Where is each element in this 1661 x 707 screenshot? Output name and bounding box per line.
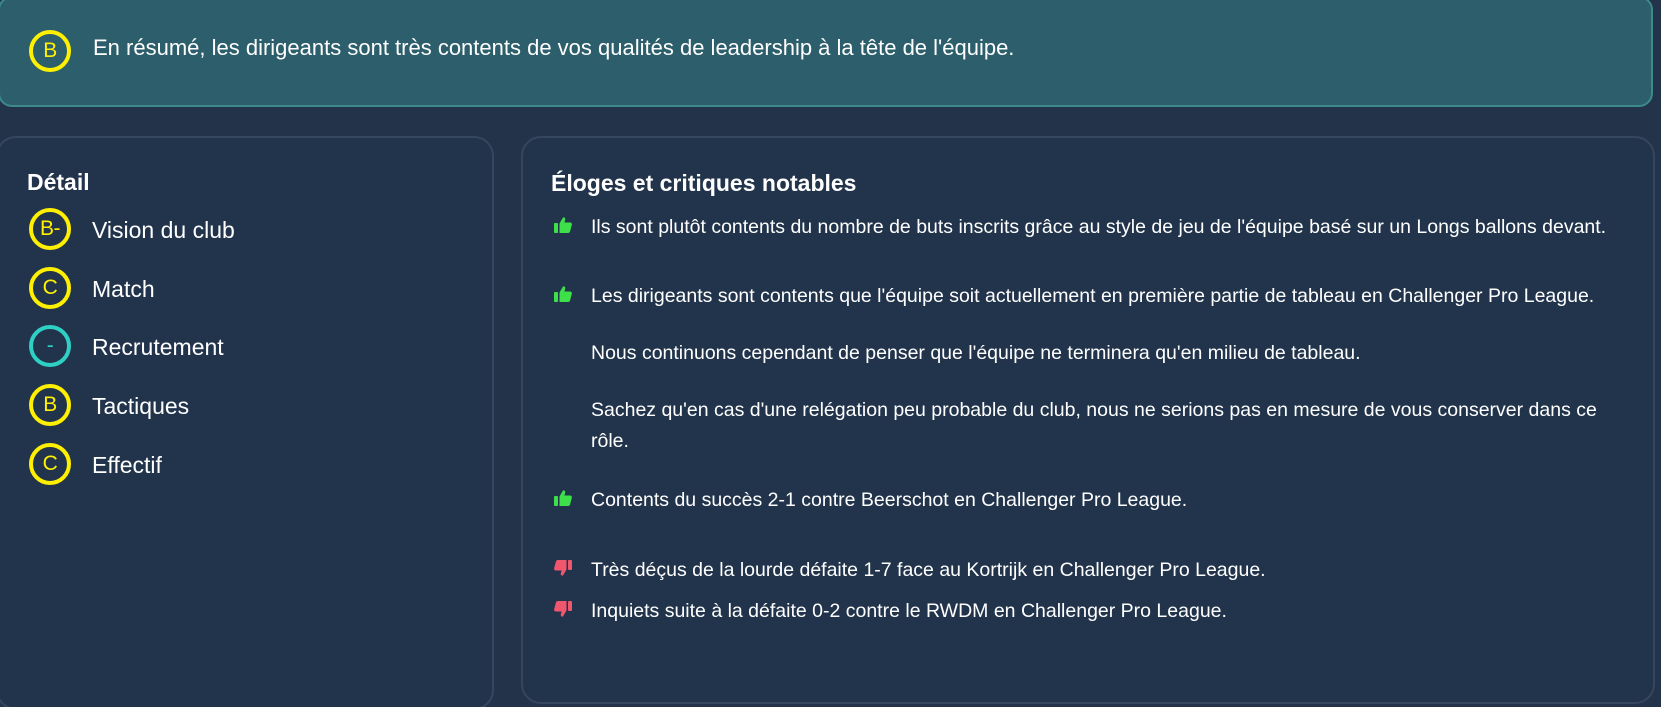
detail-label: Vision du club xyxy=(92,217,235,243)
summary-banner: B En résumé, les dirigeants sont très co… xyxy=(0,0,1653,107)
grade-badge: B xyxy=(29,384,71,426)
detail-panel: Détail B- Vision du club C Match - Recru… xyxy=(0,136,494,707)
feedback-panel: Éloges et critiques notables Ils sont pl… xyxy=(521,136,1655,704)
detail-label: Effectif xyxy=(92,452,162,478)
feedback-paragraph: Contents du succès 2-1 contre Beerschot … xyxy=(591,489,1188,511)
grade-badge: C xyxy=(29,443,71,485)
thumbs-down-icon xyxy=(554,560,572,576)
feedback-paragraph: Les dirigeants sont contents que l'équip… xyxy=(591,285,1595,307)
feedback-paragraph: Inquiets suite à la défaite 0-2 contre l… xyxy=(591,600,1227,622)
feedback-paragraph: Très déçus de la lourde défaite 1-7 face… xyxy=(591,559,1266,581)
summary-grade-badge: B xyxy=(29,30,71,72)
feedback-text: Les dirigeants sont contents que l'équip… xyxy=(591,281,1631,457)
feedback-text: Très déçus de la lourde défaite 1-7 face… xyxy=(591,555,1631,586)
grade-badge: - xyxy=(29,325,71,367)
grade-badge: C xyxy=(29,267,71,309)
detail-row-match[interactable]: C Match xyxy=(29,267,469,311)
detail-title: Détail xyxy=(27,169,90,195)
feedback-paragraph: Ils sont plutôt contents du nombre de bu… xyxy=(591,216,1607,238)
detail-row-effectif[interactable]: C Effectif xyxy=(29,443,469,487)
detail-row-tactiques[interactable]: B Tactiques xyxy=(29,384,469,428)
grade-badge: B- xyxy=(29,208,71,250)
summary-text: En résumé, les dirigeants sont très cont… xyxy=(93,35,1015,60)
thumbs-up-icon xyxy=(554,217,572,233)
feedback-paragraph: Sachez qu'en cas d'une relégation peu pr… xyxy=(591,399,1597,452)
thumbs-up-icon xyxy=(554,286,572,302)
detail-label: Tactiques xyxy=(92,393,190,419)
detail-row-vision-du-club[interactable]: B- Vision du club xyxy=(29,208,469,252)
feedback-text: Ils sont plutôt contents du nombre de bu… xyxy=(591,212,1631,243)
thumbs-down-icon xyxy=(554,601,572,617)
detail-row-recrutement[interactable]: - Recrutement xyxy=(29,325,469,369)
feedback-paragraph: Nous continuons cependant de penser que … xyxy=(591,342,1361,364)
detail-label: Match xyxy=(92,276,155,302)
feedback-text: Inquiets suite à la défaite 0-2 contre l… xyxy=(591,596,1631,627)
thumbs-up-icon xyxy=(554,490,572,506)
detail-label: Recrutement xyxy=(92,334,224,360)
feedback-title: Éloges et critiques notables xyxy=(551,170,857,196)
feedback-text: Contents du succès 2-1 contre Beerschot … xyxy=(591,485,1631,516)
board-feedback-screen: B En résumé, les dirigeants sont très co… xyxy=(0,0,1661,707)
